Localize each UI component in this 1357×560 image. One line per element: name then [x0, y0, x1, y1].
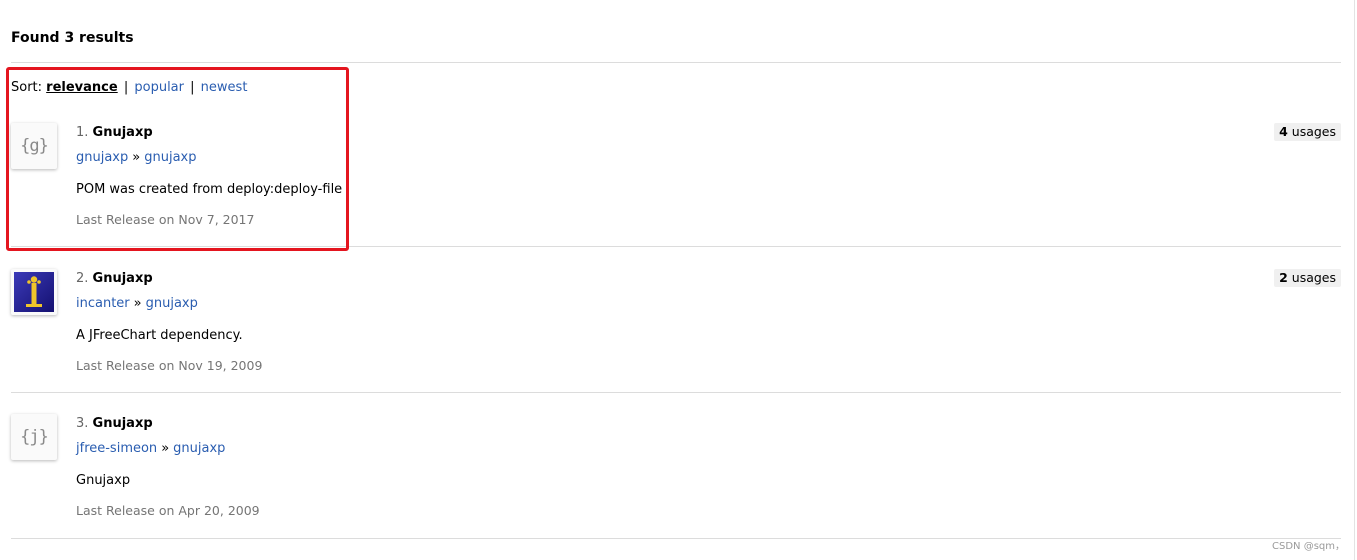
- usages-badge: 4 usages: [1274, 123, 1341, 141]
- result-coordinates: incanter» gnujaxp: [76, 295, 198, 313]
- sort-label: Sort:: [11, 80, 43, 95]
- sort-newest-link[interactable]: newest: [201, 80, 248, 95]
- result-description: POM was created from deploy:deploy-file: [76, 182, 343, 197]
- group-link[interactable]: jfree-simeon: [76, 441, 157, 456]
- breadcrumb-arrow: »: [132, 150, 141, 165]
- sort-separator: |: [123, 80, 129, 95]
- result-last-release: Last Release on Nov 19, 2009: [76, 358, 263, 373]
- result-rank: 3.: [76, 416, 89, 431]
- result-title: 3. Gnujaxp: [76, 415, 153, 433]
- divider: [11, 538, 1341, 539]
- sort-bar: Sort: relevance | popular | newest: [11, 80, 247, 96]
- breadcrumb-arrow: »: [161, 441, 170, 456]
- result-coordinates: jfree-simeon » gnujaxp: [76, 440, 225, 458]
- breadcrumb-arrow: »: [133, 296, 142, 311]
- usages-label: usages: [1291, 124, 1336, 139]
- artifact-link[interactable]: gnujaxp: [144, 150, 196, 165]
- group-link[interactable]: gnujaxp: [76, 150, 128, 165]
- usages-count: 4: [1279, 124, 1288, 139]
- result-name-link[interactable]: Gnujaxp: [93, 271, 153, 286]
- result-description: A JFreeChart dependency.: [76, 328, 243, 343]
- group-link[interactable]: incanter: [76, 296, 130, 311]
- usages-count: 2: [1279, 270, 1288, 285]
- result-description: Gnujaxp: [76, 473, 131, 488]
- result-title: 1. Gnujaxp: [76, 124, 153, 142]
- group-letter-g-icon[interactable]: {g}: [11, 123, 57, 169]
- usages-badge: 2 usages: [1274, 269, 1341, 287]
- result-last-release: Last Release on Apr 20, 2009: [76, 503, 260, 518]
- artifact-link[interactable]: gnujaxp: [173, 441, 225, 456]
- usages-label: usages: [1291, 270, 1336, 285]
- result-item: 2. Gnujaxp incanter» gnujaxp A JFreeChart…: [11, 269, 1341, 387]
- divider: [11, 392, 1341, 393]
- result-coordinates: gnujaxp» gnujaxp: [76, 149, 197, 167]
- results-heading: Found 3 results: [11, 30, 134, 46]
- result-last-release: Last Release on Nov 7, 2017: [76, 212, 255, 227]
- result-item: {g} 1. Gnujaxp gnujaxp» gnujaxp POM was c…: [11, 123, 1341, 241]
- csdn-watermark: CSDN @sqm，: [1272, 541, 1345, 552]
- divider: [11, 62, 1341, 63]
- divider: [11, 246, 1341, 247]
- group-letter-j-icon[interactable]: {j}: [11, 414, 57, 460]
- page-right-border: [1354, 0, 1355, 560]
- incanter-logo-graphic: [14, 272, 54, 312]
- result-rank: 1.: [76, 125, 89, 140]
- sort-popular-link[interactable]: popular: [134, 80, 184, 95]
- sort-separator: |: [190, 80, 195, 95]
- result-title: 2. Gnujaxp: [76, 270, 153, 288]
- result-name-link[interactable]: Gnujaxp: [93, 125, 153, 140]
- result-name-link[interactable]: Gnujaxp: [93, 416, 153, 431]
- result-rank: 2.: [76, 271, 89, 286]
- result-item: {j} 3. Gnujaxp jfree-simeon » gnujaxp Gnuj…: [11, 414, 1341, 532]
- incanter-logo-icon[interactable]: [11, 269, 57, 315]
- artifact-link[interactable]: gnujaxp: [146, 296, 198, 311]
- sort-relevance-link[interactable]: relevance: [46, 80, 118, 95]
